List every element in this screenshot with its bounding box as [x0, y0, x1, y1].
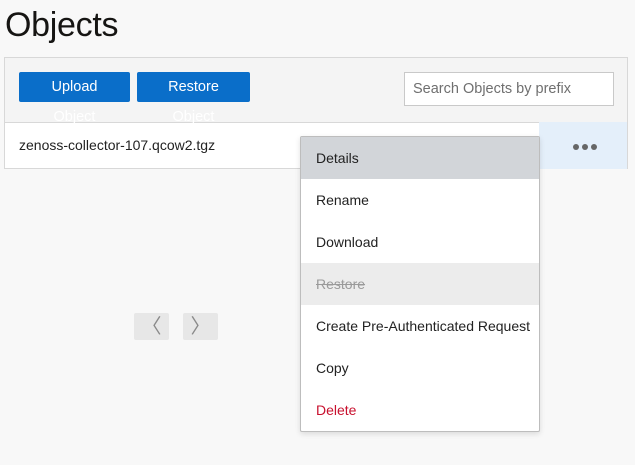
menu-item-download[interactable]: Download [301, 221, 539, 263]
search-objects-input[interactable] [404, 72, 614, 106]
object-actions-menu: Details Rename Download Restore Create P… [300, 136, 540, 432]
previous-page-button[interactable]: 〈 [134, 313, 169, 340]
object-name[interactable]: zenoss-collector-107.qcow2.tgz [19, 137, 215, 153]
menu-item-copy[interactable]: Copy [301, 347, 539, 389]
more-actions-icon[interactable] [573, 144, 597, 150]
page-title: Objects [5, 6, 119, 44]
menu-item-rename[interactable]: Rename [301, 179, 539, 221]
next-page-button[interactable]: 〉 [183, 313, 218, 340]
menu-item-restore: Restore [301, 263, 539, 305]
restore-object-button[interactable]: Restore Object [137, 72, 250, 125]
menu-item-create-par[interactable]: Create Pre-Authenticated Request [301, 305, 539, 347]
menu-item-delete[interactable]: Delete [301, 389, 539, 431]
upload-object-button[interactable]: Upload Object [19, 72, 130, 125]
objects-toolbar: Upload Object Restore Object [5, 58, 627, 125]
menu-item-details[interactable]: Details [301, 137, 539, 179]
row-actions-button[interactable] [539, 122, 627, 169]
